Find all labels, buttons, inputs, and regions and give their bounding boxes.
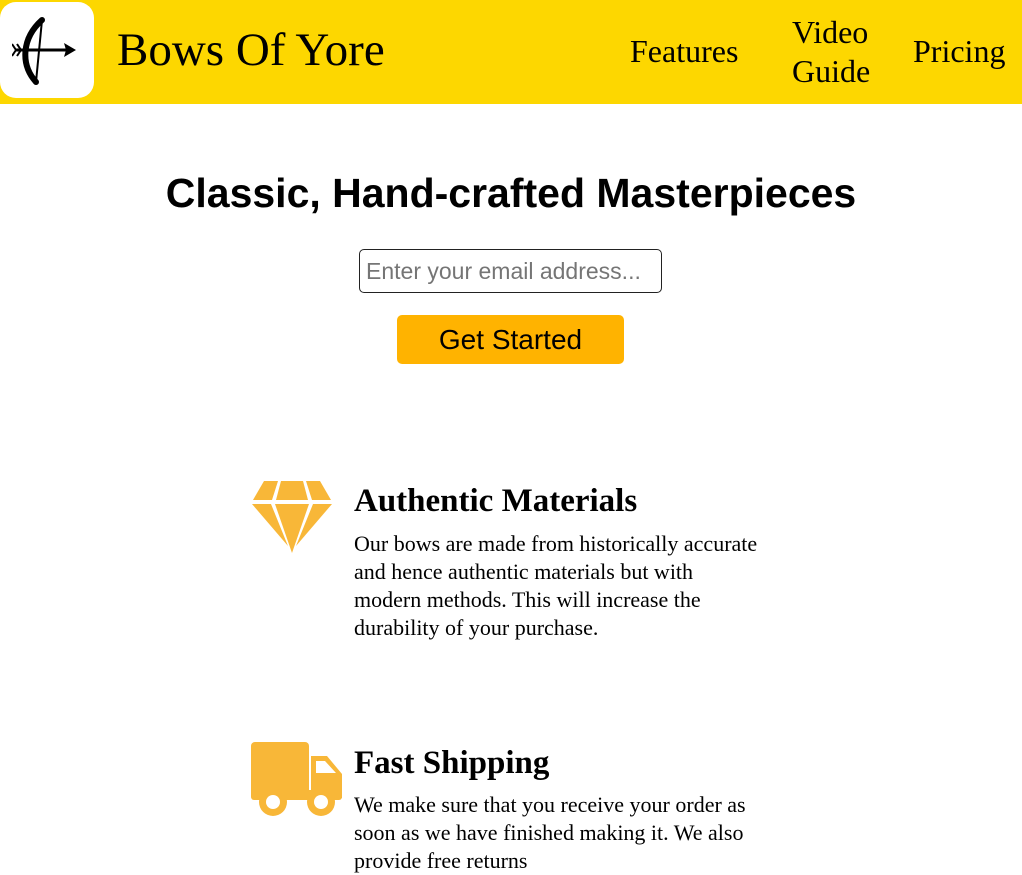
nav-pricing[interactable]: Pricing (913, 32, 1005, 71)
bow-and-arrow-icon (12, 17, 76, 85)
diamond-icon (252, 481, 332, 553)
site-header: Bows Of Yore Features Video Guide Pricin… (0, 0, 1022, 104)
nav-video-guide[interactable]: Video Guide (792, 13, 882, 91)
feature-title-fast-shipping: Fast Shipping (354, 745, 550, 781)
nav-features[interactable]: Features (630, 32, 738, 71)
get-started-button[interactable]: Get Started (397, 315, 624, 364)
hero-title: Classic, Hand-crafted Masterpieces (165, 170, 857, 216)
feature-text-fast-shipping: We make sure that you receive your order… (354, 792, 746, 873)
logo[interactable] (0, 2, 94, 98)
email-input[interactable] (359, 249, 662, 293)
feature-title-authentic-materials: Authentic Materials (354, 483, 638, 519)
truck-icon (251, 742, 342, 816)
feature-text-authentic-materials: Our bows are made from historically accu… (354, 531, 758, 640)
brand-name: Bows Of Yore (117, 24, 385, 76)
